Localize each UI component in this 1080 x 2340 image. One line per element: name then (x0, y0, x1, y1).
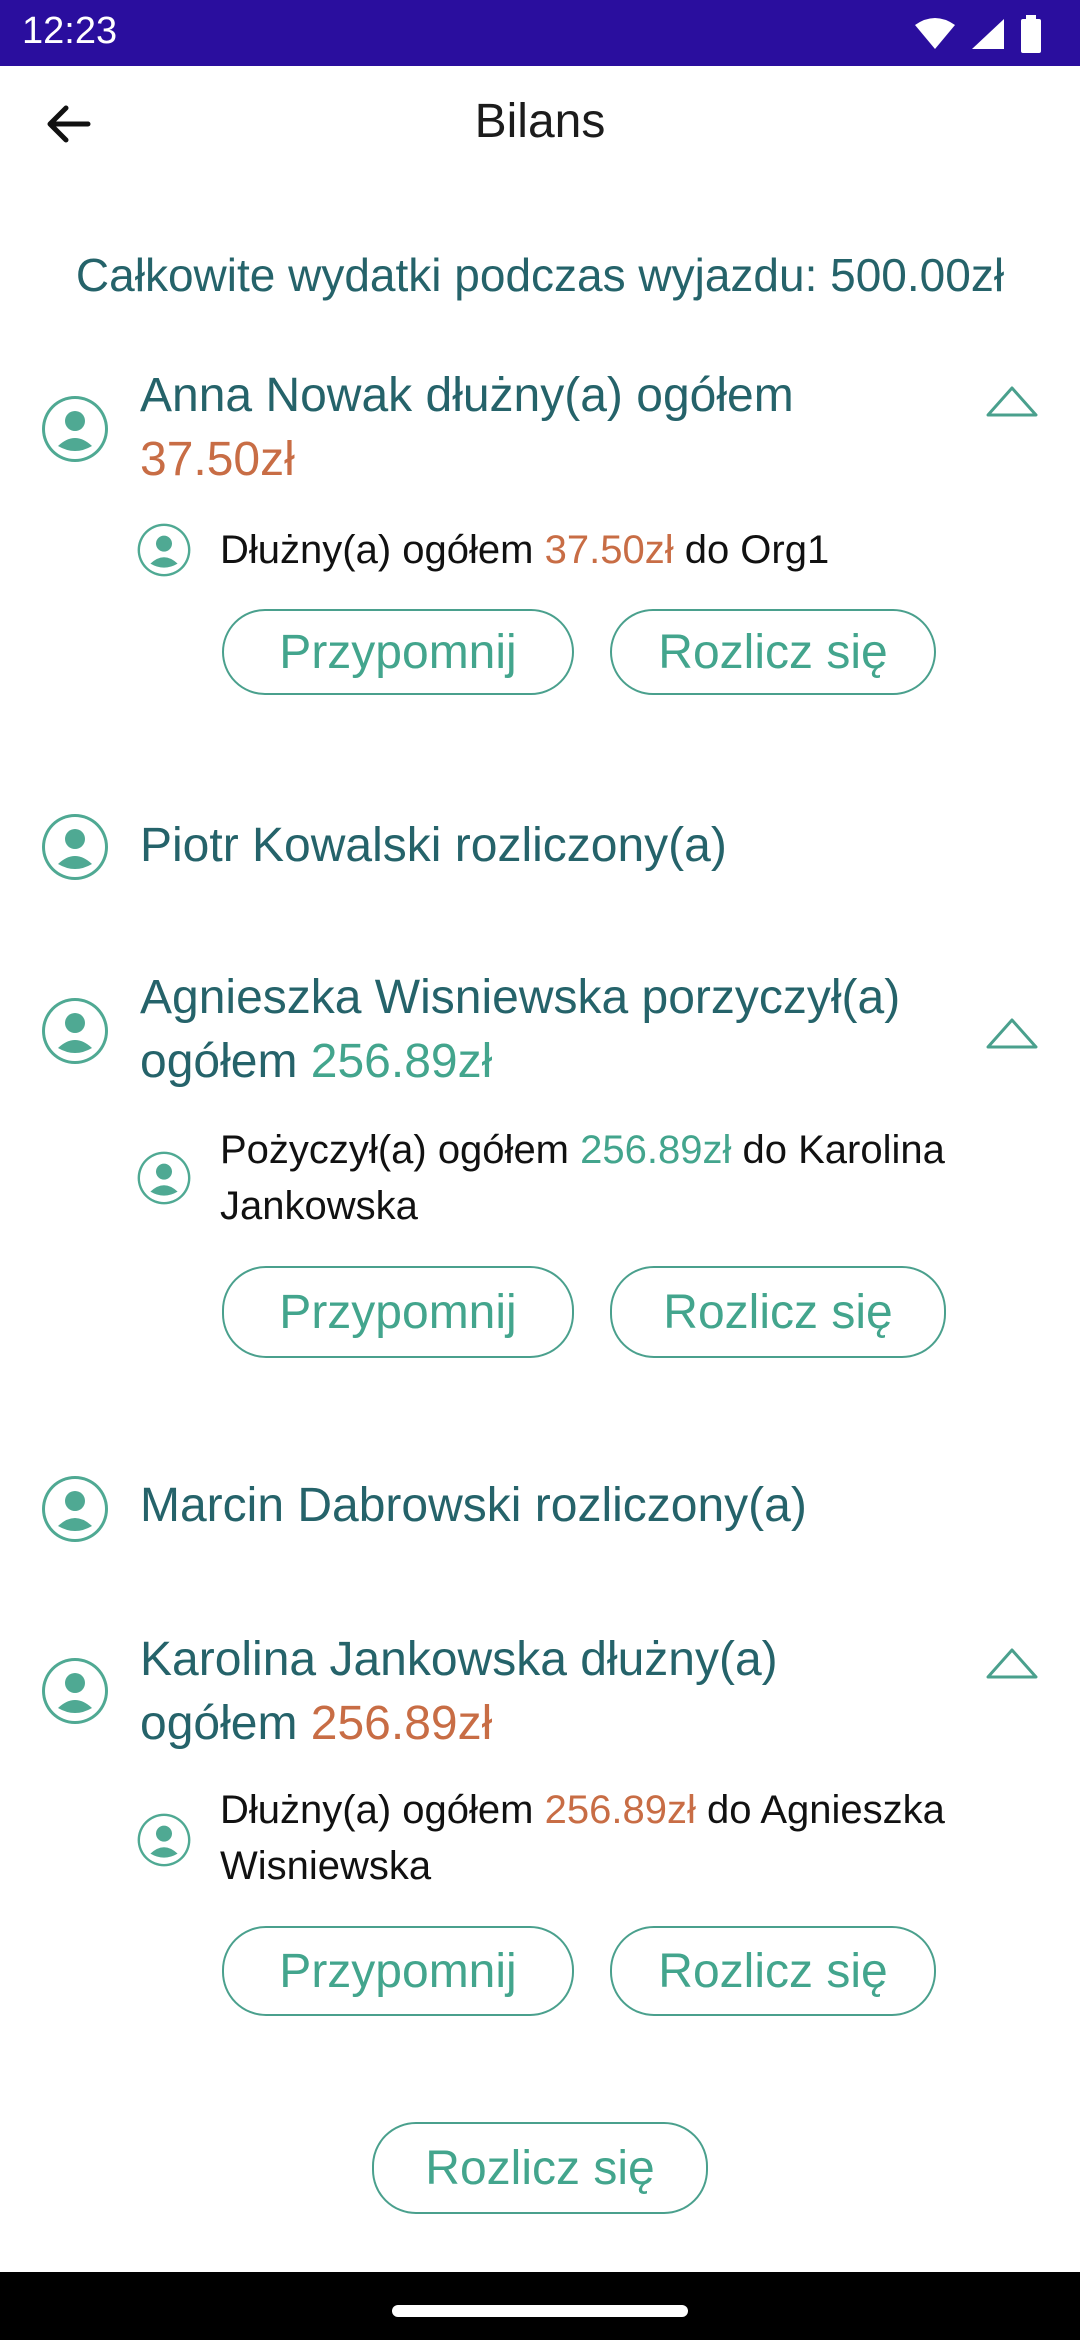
person-avatar-icon (42, 396, 108, 462)
settle-button[interactable]: Rozlicz się (610, 1926, 936, 2016)
person-avatar-icon (42, 1476, 108, 1542)
status-bar: 12:23 (0, 0, 1080, 66)
person-avatar-icon (42, 814, 108, 880)
home-indicator[interactable] (392, 2305, 688, 2317)
collapse-chevron-icon[interactable] (985, 384, 1039, 418)
app-bar: Bilans (0, 66, 1080, 178)
person-name: Karolina Jankowska dłużny(a) (140, 1633, 778, 1686)
debt-detail: Dłużny(a) ogółem 256.89zł do Agnieszka W… (220, 1788, 945, 1888)
battery-icon (1021, 15, 1041, 53)
wifi-icon (915, 18, 955, 49)
settle-all-button[interactable]: Rozlicz się (372, 2122, 708, 2214)
total-expenses: Całkowite wydatki podczas wyjazdu: 500.0… (75, 249, 1005, 301)
person-summary: Marcin Dabrowski rozliczony(a) (140, 1474, 807, 1538)
cell-signal-icon (972, 19, 1004, 49)
person-avatar-icon (42, 998, 108, 1064)
lent-detail: Pożyczył(a) ogółem 256.89zł do Karolina … (220, 1128, 945, 1228)
settle-button[interactable]: Rozlicz się (610, 1266, 946, 1358)
person-avatar-icon (137, 1813, 191, 1867)
person-avatar-icon (137, 1151, 191, 1205)
debt-amount: 256.89zł (310, 1697, 493, 1750)
remind-button[interactable]: Przypomnij (222, 1926, 574, 2016)
status-icons (914, 12, 1042, 56)
remind-button[interactable]: Przypomnij (222, 609, 574, 695)
person-avatar-icon (42, 1658, 108, 1724)
page-title: Bilans (474, 95, 606, 148)
debt-amount: 37.50zł (140, 433, 295, 486)
person-summary: Agnieszka Wisniewska porzyczył(a) ogółem… (140, 971, 901, 1088)
collapse-chevron-icon[interactable] (985, 1016, 1039, 1050)
remind-button[interactable]: Przypomnij (222, 1266, 574, 1358)
person-name: Anna Nowak dłużny(a) ogółem (140, 369, 794, 422)
person-name: Marcin Dabrowski rozliczony(a) (140, 1479, 807, 1532)
person-summary: Anna Nowak dłużny(a) ogółem 37.50zł (140, 364, 794, 492)
collapse-chevron-icon[interactable] (985, 1646, 1039, 1680)
person-summary: Piotr Kowalski rozliczony(a) (140, 814, 727, 878)
lent-amount: 256.89zł (310, 1035, 493, 1088)
debt-detail: Dłużny(a) ogółem 37.50zł do Org1 (220, 528, 830, 572)
status-time: 12:23 (22, 10, 118, 52)
settle-button[interactable]: Rozlicz się (610, 609, 936, 695)
person-avatar-icon (137, 523, 191, 577)
person-name: Agnieszka Wisniewska porzyczył(a) (140, 971, 901, 1024)
person-summary: Karolina Jankowska dłużny(a) ogółem 256.… (140, 1633, 778, 1750)
person-name: Piotr Kowalski rozliczony(a) (140, 819, 727, 872)
